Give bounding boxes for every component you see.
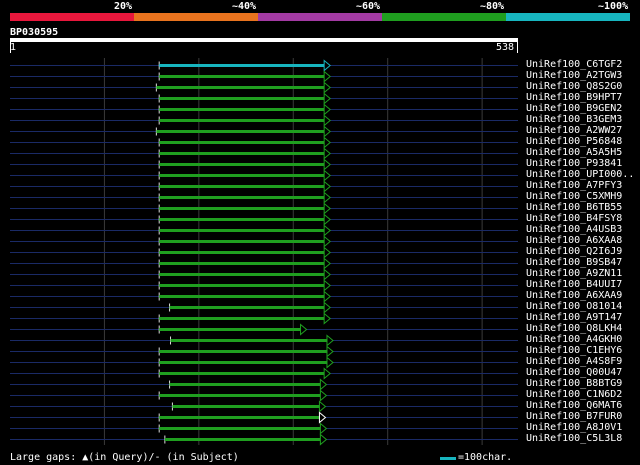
hit-label[interactable]: UniRef100_A4USB3 [526, 224, 622, 235]
hit-arrow [323, 301, 331, 314]
hit-label[interactable]: UniRef100_A2WW27 [526, 125, 622, 136]
scale-key-text: =100char. [458, 452, 513, 463]
hit-arrow [300, 323, 308, 336]
hit-label[interactable]: UniRef100_A6XAA9 [526, 290, 622, 301]
hit-arrow [323, 125, 331, 138]
hit-arrow [323, 312, 331, 325]
hit-label[interactable]: UniRef100_Q2I6J9 [526, 246, 622, 257]
hit-arrow [323, 136, 331, 149]
hit-label[interactable]: UniRef100_B7FUR0 [526, 411, 622, 422]
hit-arrow [326, 356, 334, 369]
hit-label[interactable]: UniRef100_Q8S2G0 [526, 81, 622, 92]
hit-arrow [326, 345, 334, 358]
hit-label[interactable]: UniRef100_C6TGF2 [526, 59, 622, 70]
hit-arrow [323, 103, 331, 116]
hit-arrow [323, 59, 331, 72]
hit-label[interactable]: UniRef100_A4S8F9 [526, 356, 622, 367]
hit-arrow [323, 191, 331, 204]
hit-arrow [318, 411, 327, 424]
hit-label[interactable]: UniRef100_O81014 [526, 301, 622, 312]
hit-arrow [323, 268, 331, 281]
hit-label[interactable]: UniRef100_B9GEN2 [526, 103, 622, 114]
hit-label[interactable]: UniRef100_C5L3L8 [526, 433, 622, 444]
hit-arrow [323, 114, 331, 127]
hit-arrow [323, 70, 331, 83]
hit-label[interactable]: UniRef100_C1N6D2 [526, 389, 622, 400]
hit-label[interactable]: UniRef100_C1EHY6 [526, 345, 622, 356]
hit-label[interactable]: UniRef100_Q8LKH4 [526, 323, 622, 334]
hit-label[interactable]: UniRef100_A4GKH0 [526, 334, 622, 345]
hit-arrow [323, 367, 331, 380]
hit-arrow [323, 290, 331, 303]
hit-arrow [319, 378, 328, 391]
hit-arrow [323, 169, 331, 182]
hit-arrow [323, 180, 331, 193]
hit-label[interactable]: UniRef100_B4FSY8 [526, 213, 622, 224]
hit-arrow [323, 279, 331, 292]
hit-arrow [319, 433, 328, 446]
hit-arrow [323, 202, 331, 215]
hit-label[interactable]: UniRef100_A9T147 [526, 312, 622, 323]
hit-arrow [323, 158, 331, 171]
hit-arrow [319, 389, 328, 402]
hit-label[interactable]: UniRef100_A7PFY3 [526, 180, 622, 191]
hit-arrow [323, 81, 331, 94]
hit-label[interactable]: UniRef100_C5XMH9 [526, 191, 622, 202]
hit-label[interactable]: UniRef100_A8J0V1 [526, 422, 622, 433]
hit-label[interactable]: UniRef100_A6XAA8 [526, 235, 622, 246]
hit-arrow [326, 334, 334, 347]
hit-label[interactable]: UniRef100_Q6MAT6 [526, 400, 622, 411]
hit-arrow [323, 213, 331, 226]
hit-label[interactable]: UniRef100_A2TGW3 [526, 70, 622, 81]
large-gaps-legend: Large gaps: ▲(in Query)/- (in Subject) [10, 452, 239, 463]
hit-label[interactable]: UniRef100_B4UUI7 [526, 279, 622, 290]
hit-label[interactable]: UniRef100_A5A5H5 [526, 147, 622, 158]
hit-arrow [323, 246, 331, 259]
hit-label[interactable]: UniRef100_B6TB55 [526, 202, 622, 213]
hit-label[interactable]: UniRef100_A9ZN11 [526, 268, 622, 279]
hit-arrow [319, 422, 328, 435]
hit-arrow [323, 147, 331, 160]
hit-arrow [323, 92, 331, 105]
hit-label[interactable]: UniRef100_B9HPT7 [526, 92, 622, 103]
hit-label[interactable]: UniRef100_B8BTG9 [526, 378, 622, 389]
hit-arrow [323, 224, 331, 237]
hit-arrow [323, 235, 331, 248]
hit-label[interactable]: UniRef100_B3GEM3 [526, 114, 622, 125]
hit-arrow [323, 257, 331, 270]
hit-label[interactable]: UniRef100_P93841 [526, 158, 622, 169]
hit-arrow [318, 400, 327, 413]
hit-label[interactable]: UniRef100_UPI000.. [526, 169, 634, 180]
scale-key-line [440, 457, 456, 460]
hit-label[interactable]: UniRef100_B9SB47 [526, 257, 622, 268]
hit-label[interactable]: UniRef100_P56848 [526, 136, 622, 147]
hit-label[interactable]: UniRef100_Q00U47 [526, 367, 622, 378]
